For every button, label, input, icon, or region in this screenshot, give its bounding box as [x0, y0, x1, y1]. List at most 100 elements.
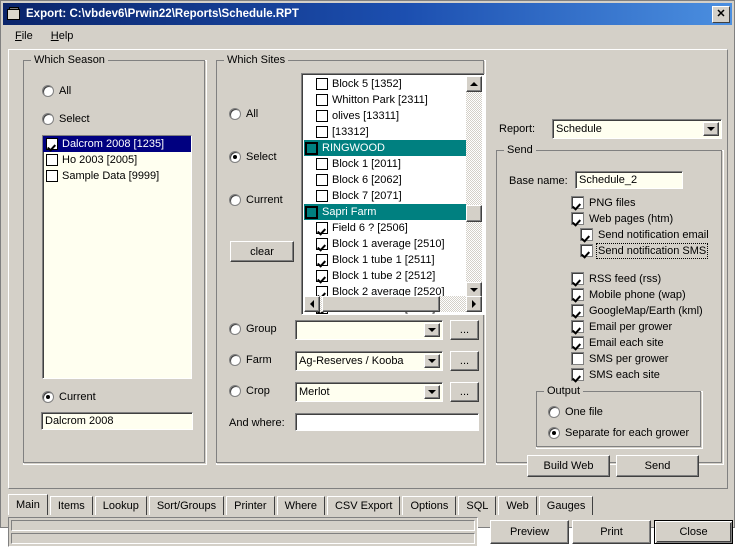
- checkbox-icon[interactable]: [580, 228, 593, 241]
- checkbox-icon[interactable]: [46, 154, 58, 166]
- checkbox-icon[interactable]: [316, 110, 328, 122]
- list-item-group[interactable]: Sapri Farm: [304, 204, 468, 220]
- sites-vertical-scrollbar[interactable]: [466, 76, 482, 298]
- menu-item-help[interactable]: Help: [47, 29, 82, 43]
- scroll-thumb[interactable]: [466, 205, 482, 222]
- checkbox-icon[interactable]: [316, 78, 328, 90]
- checkbox-icon[interactable]: [571, 196, 584, 209]
- base-name-field[interactable]: Schedule_2: [575, 171, 683, 189]
- chevron-down-icon[interactable]: [424, 323, 440, 337]
- sites-listbox[interactable]: Block 5 [1352] Whitton Park [2311] olive…: [301, 73, 485, 315]
- list-item[interactable]: Block 6 [2062]: [304, 172, 468, 188]
- report-combobox[interactable]: Schedule: [552, 119, 722, 139]
- list-item[interactable]: Block 1 tube 2 [2512]: [304, 268, 468, 284]
- print-button[interactable]: Print: [572, 520, 651, 544]
- season-listbox[interactable]: Dalcrom 2008 [1235] Ho 2003 [2005] Sampl…: [42, 135, 192, 379]
- list-item[interactable]: Block 1 average [2510]: [304, 236, 468, 252]
- checkbox-icon[interactable]: [571, 352, 584, 365]
- checkbox-web-pages[interactable]: Web pages (htm): [571, 212, 673, 225]
- crop-combobox[interactable]: Merlot: [295, 382, 443, 402]
- checkbox-icon[interactable]: [571, 304, 584, 317]
- checkbox-icon[interactable]: [316, 94, 328, 106]
- checkbox-email-each-site[interactable]: Email each site: [571, 336, 664, 349]
- preview-button[interactable]: Preview: [490, 520, 569, 544]
- checkbox-rss-feed[interactable]: RSS feed (rss): [571, 272, 661, 285]
- checkbox-mobile-phone[interactable]: Mobile phone (wap): [571, 288, 686, 301]
- scroll-up-icon[interactable]: [466, 76, 482, 92]
- send-button[interactable]: Send: [616, 455, 699, 477]
- chevron-down-icon[interactable]: [703, 122, 719, 136]
- and-where-field[interactable]: [295, 413, 479, 431]
- checkbox-sms-per-grower[interactable]: SMS per grower: [571, 352, 668, 365]
- tab-gauges[interactable]: Gauges: [539, 496, 594, 515]
- list-item[interactable]: Ho 2003 [2005]: [43, 152, 191, 168]
- list-item[interactable]: Block 5 [1352]: [304, 76, 468, 92]
- scroll-track[interactable]: [466, 92, 482, 282]
- checkbox-png-files[interactable]: PNG files: [571, 196, 635, 209]
- tab-lookup[interactable]: Lookup: [95, 496, 147, 515]
- tab-web[interactable]: Web: [498, 496, 536, 515]
- list-item[interactable]: olives [13311]: [304, 108, 468, 124]
- tab-printer[interactable]: Printer: [226, 496, 274, 515]
- checkbox-icon[interactable]: [316, 222, 328, 234]
- chevron-down-icon[interactable]: [424, 385, 440, 399]
- group-browse-button[interactable]: ...: [450, 320, 479, 340]
- tab-items[interactable]: Items: [50, 496, 93, 515]
- sites-radio-current[interactable]: Current: [229, 194, 283, 206]
- list-item-group[interactable]: RINGWOOD: [304, 140, 468, 156]
- list-item[interactable]: Whitton Park [2311]: [304, 92, 468, 108]
- scroll-thumb[interactable]: [322, 296, 440, 312]
- menu-item-file[interactable]: File: [11, 29, 41, 43]
- output-radio-one-file[interactable]: One file: [548, 406, 603, 418]
- list-item[interactable]: Block 1 tube 1 [2511]: [304, 252, 468, 268]
- checkbox-icon[interactable]: [316, 158, 328, 170]
- sites-radio-select[interactable]: Select: [229, 151, 277, 163]
- checkbox-icon[interactable]: [571, 272, 584, 285]
- checkbox-icon[interactable]: [316, 126, 328, 138]
- output-radio-separate[interactable]: Separate for each grower: [548, 427, 689, 439]
- sites-radio-group[interactable]: Group: [229, 323, 277, 335]
- list-item[interactable]: Sample Data [9999]: [43, 168, 191, 184]
- list-item[interactable]: Block 7 [2071]: [304, 188, 468, 204]
- season-current-field[interactable]: Dalcrom 2008: [41, 412, 193, 430]
- tab-sort-groups[interactable]: Sort/Groups: [149, 496, 224, 515]
- tab-csv-export[interactable]: CSV Export: [327, 496, 400, 515]
- sites-radio-all[interactable]: All: [229, 108, 258, 120]
- checkbox-icon[interactable]: [571, 320, 584, 333]
- checkbox-icon[interactable]: [571, 336, 584, 349]
- scroll-right-icon[interactable]: [466, 296, 482, 312]
- list-item[interactable]: Dalcrom 2008 [1235]: [43, 136, 191, 152]
- checkbox-icon[interactable]: [316, 190, 328, 202]
- list-item[interactable]: Field 6 ? [2506]: [304, 220, 468, 236]
- list-item[interactable]: Block 1 [2011]: [304, 156, 468, 172]
- checkbox-icon[interactable]: [316, 238, 328, 250]
- checkbox-icon[interactable]: [46, 138, 58, 150]
- build-web-button[interactable]: Build Web: [527, 455, 610, 477]
- checkbox-send-notification-email[interactable]: Send notification email: [580, 228, 709, 241]
- farm-browse-button[interactable]: ...: [450, 351, 479, 371]
- checkbox-icon[interactable]: [571, 368, 584, 381]
- tab-sql[interactable]: SQL: [458, 496, 496, 515]
- crop-browse-button[interactable]: ...: [450, 382, 479, 402]
- list-item[interactable]: [13312]: [304, 124, 468, 140]
- checkbox-googlemap-earth[interactable]: GoogleMap/Earth (kml): [571, 304, 703, 317]
- season-radio-all[interactable]: All: [42, 85, 71, 97]
- tab-main[interactable]: Main: [8, 494, 48, 515]
- season-radio-select[interactable]: Select: [42, 113, 90, 125]
- checkbox-icon[interactable]: [316, 270, 328, 282]
- checkbox-sms-each-site[interactable]: SMS each site: [571, 368, 660, 381]
- tab-where[interactable]: Where: [277, 496, 325, 515]
- checkbox-icon[interactable]: [305, 142, 318, 155]
- checkbox-icon[interactable]: [571, 288, 584, 301]
- close-button[interactable]: Close: [654, 520, 733, 544]
- sites-horizontal-scrollbar[interactable]: [304, 296, 482, 312]
- sites-radio-crop[interactable]: Crop: [229, 385, 270, 397]
- checkbox-send-notification-sms[interactable]: Send notification SMS: [580, 244, 706, 257]
- checkbox-icon[interactable]: [316, 254, 328, 266]
- close-icon[interactable]: ✕: [712, 6, 730, 23]
- scroll-left-icon[interactable]: [304, 296, 320, 312]
- farm-combobox[interactable]: Ag-Reserves / Kooba: [295, 351, 443, 371]
- season-radio-current[interactable]: Current: [42, 391, 96, 403]
- clear-button[interactable]: clear: [230, 241, 294, 262]
- checkbox-icon[interactable]: [580, 244, 593, 257]
